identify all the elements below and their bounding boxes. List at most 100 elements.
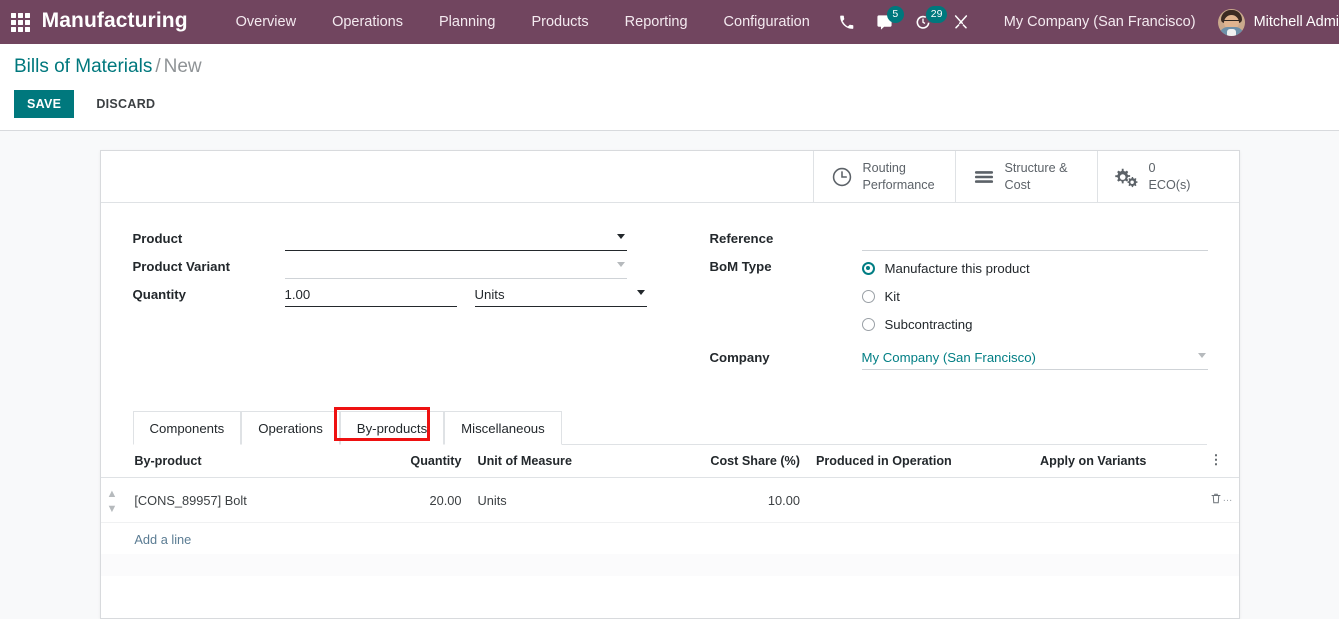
cell-by-product[interactable]: [CONS_89957] Bolt bbox=[126, 478, 374, 523]
record-actions: SAVE DISCARD bbox=[0, 90, 1339, 118]
menu-item-overview[interactable]: Overview bbox=[218, 0, 314, 44]
smart-button-routing-performance[interactable]: Routing Performance bbox=[813, 151, 955, 202]
app-brand-manufacturing[interactable]: Manufacturing bbox=[42, 9, 188, 35]
bom-type-option-subcontracting-label: Subcontracting bbox=[885, 317, 973, 332]
cell-quantity[interactable]: 20.00 bbox=[375, 478, 470, 523]
field-reference-label: Reference bbox=[710, 225, 862, 246]
form-fields: Product Product Variant bbox=[101, 203, 1239, 372]
bom-type-option-manufacture-label: Manufacture this product bbox=[885, 261, 1030, 276]
radio-selected-icon[interactable] bbox=[862, 262, 875, 275]
optional-columns-toggle[interactable]: ⋮ bbox=[1201, 445, 1238, 478]
company-switcher[interactable]: My Company (San Francisco) bbox=[980, 14, 1212, 30]
sb2-line1: 0 bbox=[1149, 161, 1156, 175]
table-row[interactable]: ▲▼ [CONS_89957] Bolt 20.00 Units 10.00 … bbox=[101, 478, 1239, 523]
table-filler-cell bbox=[101, 554, 1239, 576]
systray: 5 29 My Company (San Francisco) Mitchell… bbox=[828, 0, 1339, 44]
breadcrumb: Bills of Materials/New bbox=[0, 56, 1339, 79]
messages-icon[interactable]: 5 bbox=[865, 0, 904, 44]
wrench-tools-icon[interactable] bbox=[942, 0, 980, 44]
radio-unselected-icon[interactable] bbox=[862, 290, 875, 303]
messages-badge: 5 bbox=[887, 6, 904, 23]
smart-button-structure-and-cost[interactable]: Structure & Cost bbox=[955, 151, 1097, 202]
table-filler-row bbox=[101, 554, 1239, 576]
menu-item-operations[interactable]: Operations bbox=[314, 0, 421, 44]
activity-clock-icon[interactable]: 29 bbox=[904, 0, 942, 44]
add-line-cell[interactable]: Add a line bbox=[126, 523, 1238, 555]
tab-components[interactable]: Components bbox=[133, 411, 242, 445]
vertical-dots-icon[interactable]: ⋮ bbox=[1209, 453, 1222, 466]
col-cost-share[interactable]: Cost Share (%) bbox=[698, 445, 808, 478]
row-drag-handle-cell[interactable]: ▲▼ bbox=[101, 478, 127, 523]
breadcrumb-root[interactable]: Bills of Materials bbox=[14, 56, 152, 77]
user-menu[interactable]: Mitchell Admi bbox=[1212, 0, 1339, 44]
smart-button-ecos-label: 0 ECO(s) bbox=[1149, 160, 1191, 192]
smart-button-ecos[interactable]: 0 ECO(s) bbox=[1097, 151, 1239, 202]
cell-produced-in-operation[interactable] bbox=[808, 478, 1032, 523]
menu-item-reporting[interactable]: Reporting bbox=[607, 0, 706, 44]
form-sheet: Routing Performance Structure & Cost bbox=[100, 150, 1240, 619]
bom-type-option-kit[interactable]: Kit bbox=[862, 282, 1207, 310]
smart-button-structure-and-cost-label: Structure & Cost bbox=[1005, 160, 1068, 192]
form-column-left: Product Product Variant bbox=[133, 225, 670, 372]
field-product: Product bbox=[133, 225, 670, 253]
bom-type-option-manufacture[interactable]: Manufacture this product bbox=[862, 254, 1207, 282]
by-products-table: By-product Quantity Unit of Measure Cost… bbox=[101, 445, 1239, 576]
quantity-input[interactable] bbox=[285, 285, 457, 307]
smart-button-routing-performance-label: Routing Performance bbox=[863, 160, 935, 192]
content-canvas: Routing Performance Structure & Cost bbox=[0, 131, 1339, 619]
product-variant-input[interactable] bbox=[285, 257, 627, 279]
drag-handle-icon[interactable]: ▲▼ bbox=[107, 488, 118, 515]
sb0-line1: Routing bbox=[863, 161, 906, 175]
form-column-right: Reference BoM Type Manufacture this prod… bbox=[670, 225, 1207, 372]
apps-grid-icon[interactable] bbox=[0, 0, 42, 44]
notebook-tabs: Components Operations By-products Miscel… bbox=[133, 410, 1207, 445]
sb0-line2: Performance bbox=[863, 178, 935, 192]
uom-input[interactable] bbox=[475, 285, 647, 307]
field-company: Company bbox=[710, 344, 1207, 372]
clock-icon bbox=[831, 166, 853, 188]
phone-icon[interactable] bbox=[828, 0, 865, 44]
product-input[interactable] bbox=[285, 229, 627, 251]
col-unit-of-measure[interactable]: Unit of Measure bbox=[470, 445, 699, 478]
breadcrumb-separator: / bbox=[155, 56, 160, 77]
trash-icon[interactable]: … bbox=[1210, 492, 1233, 505]
cell-apply-on-variants[interactable] bbox=[1032, 478, 1201, 523]
radio-unselected-icon[interactable] bbox=[862, 318, 875, 331]
col-apply-on-variants[interactable]: Apply on Variants bbox=[1032, 445, 1201, 478]
menu-item-configuration[interactable]: Configuration bbox=[706, 0, 828, 44]
discard-button[interactable]: DISCARD bbox=[84, 90, 167, 118]
tab-miscellaneous[interactable]: Miscellaneous bbox=[444, 411, 562, 445]
field-company-label: Company bbox=[710, 344, 862, 365]
cell-cost-share[interactable]: 10.00 bbox=[698, 478, 808, 523]
cell-unit-of-measure[interactable]: Units bbox=[470, 478, 699, 523]
field-reference: Reference bbox=[710, 225, 1207, 253]
field-bom-type-label: BoM Type bbox=[710, 253, 862, 274]
field-bom-type: BoM Type Manufacture this product Kit bbox=[710, 253, 1207, 338]
tab-by-products[interactable]: By-products bbox=[340, 411, 444, 445]
add-a-line-link[interactable]: Add a line bbox=[134, 532, 191, 547]
col-by-product[interactable]: By-product bbox=[126, 445, 374, 478]
row-delete-cell[interactable]: … bbox=[1201, 478, 1238, 523]
breadcrumb-current: New bbox=[164, 56, 202, 77]
field-product-variant-label: Product Variant bbox=[133, 253, 285, 274]
col-quantity[interactable]: Quantity bbox=[375, 445, 470, 478]
add-line-row[interactable]: Add a line bbox=[101, 523, 1239, 555]
top-navbar: Manufacturing Overview Operations Planni… bbox=[0, 0, 1339, 44]
tab-operations[interactable]: Operations bbox=[241, 411, 340, 445]
field-quantity-label: Quantity bbox=[133, 281, 285, 302]
avatar bbox=[1218, 9, 1245, 36]
notebook: Components Operations By-products Miscel… bbox=[101, 410, 1239, 445]
company-input[interactable] bbox=[862, 348, 1208, 370]
sb2-line2: ECO(s) bbox=[1149, 178, 1191, 192]
bom-type-option-subcontracting[interactable]: Subcontracting bbox=[862, 310, 1207, 338]
table-body: ▲▼ [CONS_89957] Bolt 20.00 Units 10.00 … bbox=[101, 478, 1239, 577]
sb1-line2: Cost bbox=[1005, 178, 1031, 192]
col-drag bbox=[101, 445, 127, 478]
row-more-dots: … bbox=[1223, 493, 1233, 504]
col-produced-in-operation[interactable]: Produced in Operation bbox=[808, 445, 1032, 478]
reference-input[interactable] bbox=[862, 229, 1208, 251]
save-button[interactable]: SAVE bbox=[14, 90, 74, 118]
smart-button-bar: Routing Performance Structure & Cost bbox=[101, 151, 1239, 203]
menu-item-products[interactable]: Products bbox=[513, 0, 606, 44]
menu-item-planning[interactable]: Planning bbox=[421, 0, 513, 44]
